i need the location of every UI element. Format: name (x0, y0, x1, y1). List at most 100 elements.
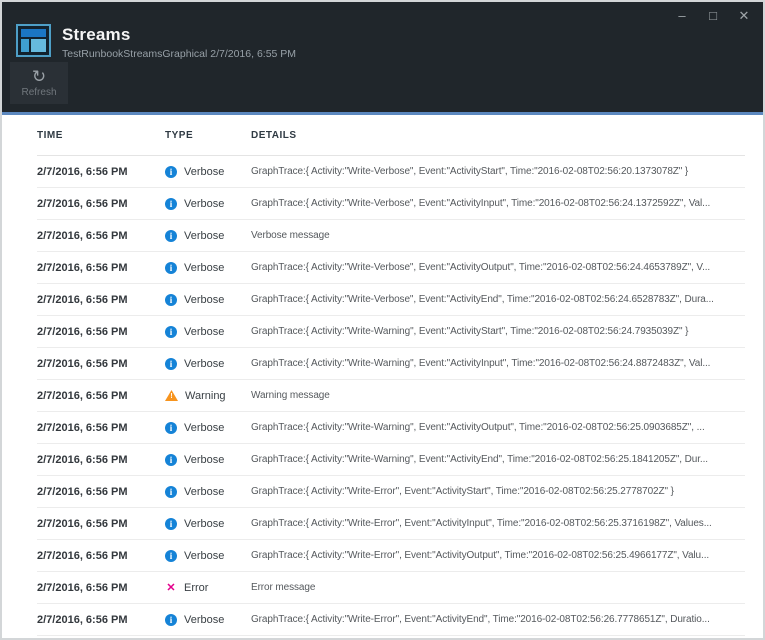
row-type-label: Verbose (184, 550, 224, 562)
info-icon: i (165, 614, 177, 626)
row-details: Warning message (251, 390, 745, 401)
row-type: ! Warning (165, 390, 251, 402)
column-header-details: DETAILS (251, 130, 745, 141)
header: Streams TestRunbookStreamsGraphical 2/7/… (2, 2, 763, 60)
stream-row[interactable]: 2/7/2016, 6:56 PM i Verbose GraphTrace:{… (37, 188, 745, 220)
row-details: GraphTrace:{ Activity:"Write-Error", Eve… (251, 614, 745, 625)
row-type-label: Verbose (184, 230, 224, 242)
info-icon: i (165, 518, 177, 530)
row-type-label: Error (184, 582, 208, 594)
column-header-type: TYPE (165, 130, 251, 141)
stream-row[interactable]: 2/7/2016, 6:56 PM i Verbose GraphTrace:{… (37, 156, 745, 188)
row-type: i Verbose (165, 358, 251, 370)
row-details: GraphTrace:{ Activity:"Write-Verbose", E… (251, 198, 745, 209)
row-time: 2/7/2016, 6:56 PM (37, 582, 165, 594)
row-type: ✕ Error (165, 582, 251, 594)
row-time: 2/7/2016, 6:56 PM (37, 486, 165, 498)
stream-row[interactable]: 2/7/2016, 6:56 PM i Verbose GraphTrace:{… (37, 476, 745, 508)
info-icon: i (165, 550, 177, 562)
info-icon: i (165, 358, 177, 370)
error-icon: ✕ (165, 582, 177, 594)
row-time: 2/7/2016, 6:56 PM (37, 326, 165, 338)
info-icon: i (165, 166, 177, 178)
stream-row[interactable]: 2/7/2016, 6:56 PM i Verbose GraphTrace:{… (37, 412, 745, 444)
column-header-time: TIME (37, 130, 165, 141)
row-type-label: Verbose (184, 198, 224, 210)
row-type-label: Verbose (184, 358, 224, 370)
row-time: 2/7/2016, 6:56 PM (37, 230, 165, 242)
close-icon[interactable]: ✕ (737, 7, 751, 25)
row-details: GraphTrace:{ Activity:"Write-Error", Eve… (251, 550, 745, 561)
page-subtitle: TestRunbookStreamsGraphical 2/7/2016, 6:… (62, 48, 296, 60)
stream-row[interactable]: 2/7/2016, 6:56 PM i Verbose GraphTrace:{… (37, 316, 745, 348)
row-details: GraphTrace:{ Activity:"Write-Error", Eve… (251, 486, 745, 497)
refresh-button[interactable]: ↻ Refresh (10, 62, 68, 104)
stream-row[interactable]: 2/7/2016, 6:56 PM i Verbose GraphTrace:{… (37, 604, 745, 636)
minimize-icon[interactable]: – (675, 7, 689, 25)
refresh-icon: ↻ (32, 68, 46, 85)
row-time: 2/7/2016, 6:56 PM (37, 422, 165, 434)
stream-row[interactable]: 2/7/2016, 6:56 PM i Verbose GraphTrace:{… (37, 252, 745, 284)
info-icon: i (165, 326, 177, 338)
stream-row[interactable]: 2/7/2016, 6:56 PM i Verbose GraphTrace:{… (37, 284, 745, 316)
stream-row[interactable]: 2/7/2016, 6:56 PM i Verbose Verbose mess… (37, 220, 745, 252)
row-time: 2/7/2016, 6:56 PM (37, 550, 165, 562)
row-type: i Verbose (165, 262, 251, 274)
table-header-row: TIME TYPE DETAILS (37, 115, 745, 156)
icon-segment (21, 29, 46, 37)
info-icon: i (165, 422, 177, 434)
warning-icon: ! (165, 390, 178, 401)
row-details: Error message (251, 582, 745, 593)
row-time: 2/7/2016, 6:56 PM (37, 518, 165, 530)
row-type-label: Verbose (184, 486, 224, 498)
row-type-label: Verbose (184, 518, 224, 530)
streams-table: TIME TYPE DETAILS 2/7/2016, 6:56 PM i Ve… (2, 115, 763, 638)
row-type: i Verbose (165, 454, 251, 466)
stream-row[interactable]: 2/7/2016, 6:56 PM i Verbose GraphTrace:{… (37, 508, 745, 540)
row-type: i Verbose (165, 486, 251, 498)
stream-row[interactable]: 2/7/2016, 6:56 PM ✕ Error Error message (37, 572, 745, 604)
streams-blade-icon (16, 24, 51, 57)
info-icon: i (165, 230, 177, 242)
streams-window: – □ ✕ Streams TestRunbookStreamsGraphica… (0, 0, 765, 640)
row-type: i Verbose (165, 422, 251, 434)
row-type: i Verbose (165, 166, 251, 178)
row-type-label: Verbose (184, 166, 224, 178)
row-time: 2/7/2016, 6:56 PM (37, 166, 165, 178)
info-icon: i (165, 294, 177, 306)
row-type: i Verbose (165, 326, 251, 338)
row-type: i Verbose (165, 518, 251, 530)
row-time: 2/7/2016, 6:56 PM (37, 454, 165, 466)
row-details: GraphTrace:{ Activity:"Write-Verbose", E… (251, 166, 745, 177)
toolbar: ↻ Refresh (10, 62, 68, 104)
row-type: i Verbose (165, 230, 251, 242)
row-type-label: Warning (185, 390, 226, 402)
row-time: 2/7/2016, 6:56 PM (37, 198, 165, 210)
stream-row[interactable]: 2/7/2016, 6:56 PM ! Warning Warning mess… (37, 380, 745, 412)
row-details: GraphTrace:{ Activity:"Write-Verbose", E… (251, 262, 745, 273)
icon-segment (21, 39, 29, 52)
row-time: 2/7/2016, 6:56 PM (37, 358, 165, 370)
row-type: i Verbose (165, 550, 251, 562)
window-controls: – □ ✕ (675, 7, 751, 25)
row-details: Verbose message (251, 230, 745, 241)
stream-row[interactable]: 2/7/2016, 6:56 PM i Verbose GraphTrace:{… (37, 348, 745, 380)
row-details: GraphTrace:{ Activity:"Write-Error", Eve… (251, 518, 745, 529)
row-details: GraphTrace:{ Activity:"Write-Warning", E… (251, 326, 745, 337)
title-block: Streams TestRunbookStreamsGraphical 2/7/… (62, 24, 296, 60)
info-icon: i (165, 262, 177, 274)
row-type: i Verbose (165, 294, 251, 306)
maximize-icon[interactable]: □ (706, 7, 720, 25)
stream-row[interactable]: 2/7/2016, 6:56 PM i Verbose GraphTrace:{… (37, 540, 745, 572)
stream-row[interactable]: 2/7/2016, 6:56 PM i Verbose GraphTrace:{… (37, 444, 745, 476)
refresh-label: Refresh (21, 87, 56, 98)
row-time: 2/7/2016, 6:56 PM (37, 614, 165, 626)
table-body: 2/7/2016, 6:56 PM i Verbose GraphTrace:{… (37, 156, 745, 636)
titlebar: – □ ✕ Streams TestRunbookStreamsGraphica… (2, 2, 763, 112)
row-type-label: Verbose (184, 614, 224, 626)
page-title: Streams (62, 25, 296, 45)
row-type: i Verbose (165, 198, 251, 210)
row-time: 2/7/2016, 6:56 PM (37, 390, 165, 402)
row-details: GraphTrace:{ Activity:"Write-Warning", E… (251, 454, 745, 465)
info-icon: i (165, 486, 177, 498)
